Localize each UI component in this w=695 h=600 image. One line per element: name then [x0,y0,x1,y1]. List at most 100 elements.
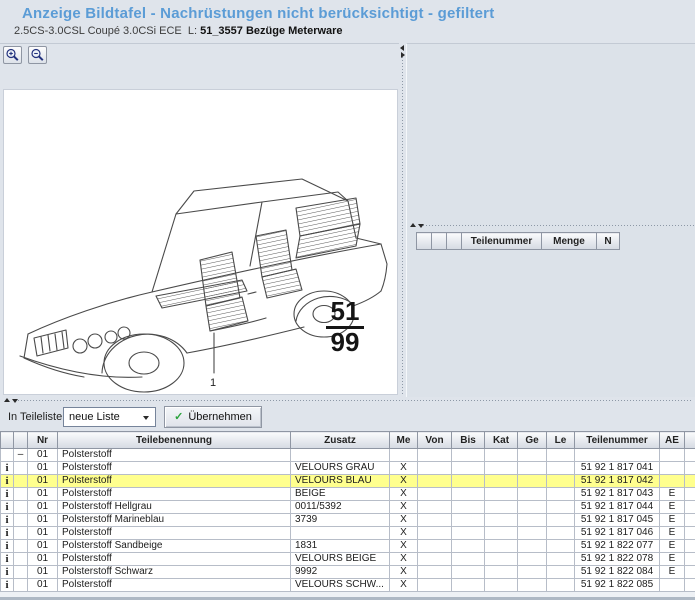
cell-ae[interactable]: E [660,488,685,501]
cell-me[interactable]: X [390,501,418,514]
expand-toggle[interactable] [14,501,28,514]
cell-filler[interactable] [685,449,695,462]
cell-von[interactable] [418,566,452,579]
cell-nr[interactable]: 01 [28,449,58,462]
cell-ge[interactable] [518,501,547,514]
cell-filler[interactable] [685,488,695,501]
expand-toggle[interactable] [14,553,28,566]
cell-me[interactable]: X [390,553,418,566]
cell-kat[interactable] [485,488,518,501]
uebernehmen-button[interactable]: ✓Übernehmen [164,406,262,428]
cell-kat[interactable] [485,501,518,514]
cell-teilebenennung[interactable]: Polsterstoff [58,449,291,462]
cell-le[interactable] [547,540,575,553]
cell-teilebenennung[interactable]: Polsterstoff Schwarz [58,566,291,579]
cell-le[interactable] [547,501,575,514]
cell-ge[interactable] [518,566,547,579]
table-row[interactable]: i01PolsterstoffVELOURS GRAUX51 92 1 817 … [1,462,695,475]
splitter-collapse-right-icon[interactable] [401,52,405,58]
cell-ae[interactable] [660,475,685,488]
cell-teilenummer[interactable]: 51 92 1 817 042 [575,475,660,488]
cell-teilenummer[interactable]: 51 92 1 822 085 [575,579,660,592]
cell-kat[interactable] [485,475,518,488]
cell-zusatz[interactable] [291,449,390,462]
cell-filler[interactable] [685,553,695,566]
cell-ge[interactable] [518,449,547,462]
cell-ge[interactable] [518,527,547,540]
expand-toggle[interactable] [14,475,28,488]
parts-diagram[interactable]: 1 51 99 [3,89,398,395]
table-row[interactable]: i01Polsterstoff Sandbeige1831X51 92 1 82… [1,540,695,553]
cell-bis[interactable] [452,579,485,592]
cell-bis[interactable] [452,540,485,553]
cell-teilenummer[interactable]: 51 92 1 817 043 [575,488,660,501]
cell-filler[interactable] [685,566,695,579]
cell-bis[interactable] [452,475,485,488]
splitter-collapse-down-icon[interactable] [418,224,424,228]
cell-nr[interactable]: 01 [28,475,58,488]
cell-teilebenennung[interactable]: Polsterstoff Marineblau [58,514,291,527]
cell-bis[interactable] [452,488,485,501]
cell-ae[interactable] [660,462,685,475]
cell-nr[interactable]: 01 [28,527,58,540]
cell-nr[interactable]: 01 [28,540,58,553]
cell-von[interactable] [418,501,452,514]
cell-me[interactable] [390,449,418,462]
cell-kat[interactable] [485,579,518,592]
zoom-in-button[interactable] [3,46,22,64]
cell-filler[interactable] [685,514,695,527]
cell-le[interactable] [547,527,575,540]
info-icon[interactable]: i [1,527,14,540]
table-row[interactable]: i01PolsterstoffX51 92 1 817 046E [1,527,695,540]
cell-zusatz[interactable]: VELOURS BLAU [291,475,390,488]
cell-ae[interactable] [660,449,685,462]
cell-von[interactable] [418,553,452,566]
cell-teilebenennung[interactable]: Polsterstoff [58,553,291,566]
table-row[interactable]: i01PolsterstoffVELOURS BLAUX51 92 1 817 … [1,475,695,488]
horizontal-splitter[interactable] [0,397,695,404]
cell-kat[interactable] [485,527,518,540]
info-icon[interactable]: i [1,488,14,501]
cell-bis[interactable] [452,553,485,566]
cell-nr[interactable]: 01 [28,579,58,592]
cell-me[interactable]: X [390,527,418,540]
cell-ae[interactable]: E [660,501,685,514]
cell-von[interactable] [418,488,452,501]
zoom-out-button[interactable] [28,46,47,64]
splitter-collapse-up-icon[interactable] [4,398,10,402]
cell-me[interactable]: X [390,579,418,592]
cell-teilebenennung[interactable]: Polsterstoff [58,527,291,540]
info-icon[interactable]: i [1,462,14,475]
cell-filler[interactable] [685,579,695,592]
table-row[interactable]: i01Polsterstoff Schwarz9992X51 92 1 822 … [1,566,695,579]
info-icon[interactable] [1,449,14,462]
cell-teilenummer[interactable]: 51 92 1 817 044 [575,501,660,514]
cell-ge[interactable] [518,553,547,566]
cell-ae[interactable]: E [660,553,685,566]
cell-filler[interactable] [685,527,695,540]
cell-le[interactable] [547,566,575,579]
cell-von[interactable] [418,514,452,527]
table-row[interactable]: i01PolsterstoffBEIGEX51 92 1 817 043E [1,488,695,501]
cell-teilenummer[interactable]: 51 92 1 822 078 [575,553,660,566]
cell-kat[interactable] [485,540,518,553]
table-row[interactable]: i01Polsterstoff Hellgrau0011/5392X51 92 … [1,501,695,514]
cell-le[interactable] [547,462,575,475]
splitter-collapse-down-icon[interactable] [12,399,18,403]
cell-le[interactable] [547,488,575,501]
cell-teilenummer[interactable]: 51 92 1 817 045 [575,514,660,527]
cell-von[interactable] [418,462,452,475]
splitter-collapse-up-icon[interactable] [410,223,416,227]
cell-ge[interactable] [518,475,547,488]
cell-nr[interactable]: 01 [28,566,58,579]
cell-zusatz[interactable] [291,527,390,540]
cell-me[interactable]: X [390,514,418,527]
selection-splitter[interactable] [407,221,695,230]
cell-teilenummer[interactable]: 51 92 1 822 077 [575,540,660,553]
cell-ae[interactable]: E [660,527,685,540]
cell-zusatz[interactable]: 3739 [291,514,390,527]
cell-von[interactable] [418,475,452,488]
cell-teilebenennung[interactable]: Polsterstoff [58,462,291,475]
expand-toggle[interactable] [14,462,28,475]
cell-teilebenennung[interactable]: Polsterstoff [58,488,291,501]
